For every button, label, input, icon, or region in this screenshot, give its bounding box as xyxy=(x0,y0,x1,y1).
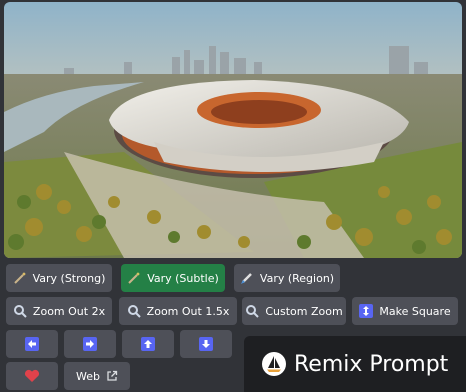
web-label: Web xyxy=(76,369,100,383)
magnifier-icon xyxy=(245,304,260,318)
up-down-arrow-icon xyxy=(359,304,374,318)
pan-down-button[interactable] xyxy=(180,330,232,358)
zoom-out-2x-button[interactable]: Zoom Out 2x xyxy=(6,297,112,325)
remix-prompt-title: Remix Prompt xyxy=(294,351,449,377)
web-link-button[interactable]: Web xyxy=(64,362,130,390)
magnifier-icon xyxy=(13,304,27,318)
make-square-button[interactable]: Make Square xyxy=(352,297,458,325)
zoom-out-2x-label: Zoom Out 2x xyxy=(32,304,106,318)
vary-region-button[interactable]: Vary (Region) xyxy=(234,264,340,292)
custom-zoom-label: Custom Zoom xyxy=(265,304,343,318)
arrow-up-icon xyxy=(141,337,155,351)
favorite-button[interactable] xyxy=(6,362,58,390)
arrow-left-icon xyxy=(25,337,39,351)
magic-wand-icon xyxy=(127,271,141,285)
arrow-down-icon xyxy=(199,337,213,351)
external-link-icon xyxy=(106,370,118,382)
custom-zoom-button[interactable]: Custom Zoom xyxy=(242,297,346,325)
remix-prompt-panel[interactable]: Remix Prompt xyxy=(244,336,466,392)
pan-up-button[interactable] xyxy=(122,330,174,358)
vary-strong-button[interactable]: Vary (Strong) xyxy=(6,264,112,292)
generated-image[interactable] xyxy=(4,2,462,258)
vary-region-label: Vary (Region) xyxy=(259,271,335,285)
pan-right-button[interactable] xyxy=(64,330,116,358)
zoom-out-1-5x-button[interactable]: Zoom Out 1.5x xyxy=(119,297,237,325)
sailboat-logo-icon xyxy=(262,352,286,376)
magnifier-icon xyxy=(127,304,141,318)
pan-left-button[interactable] xyxy=(6,330,58,358)
vary-subtle-label: Vary (Subtle) xyxy=(147,271,219,285)
arrow-right-icon xyxy=(83,337,97,351)
magic-wand-icon xyxy=(13,271,27,285)
vary-strong-label: Vary (Strong) xyxy=(32,271,106,285)
zoom-out-1-5x-label: Zoom Out 1.5x xyxy=(146,304,230,318)
heart-icon xyxy=(24,369,40,383)
vary-subtle-button[interactable]: Vary (Subtle) xyxy=(121,264,225,292)
make-square-label: Make Square xyxy=(379,304,451,318)
paintbrush-icon xyxy=(240,271,254,285)
